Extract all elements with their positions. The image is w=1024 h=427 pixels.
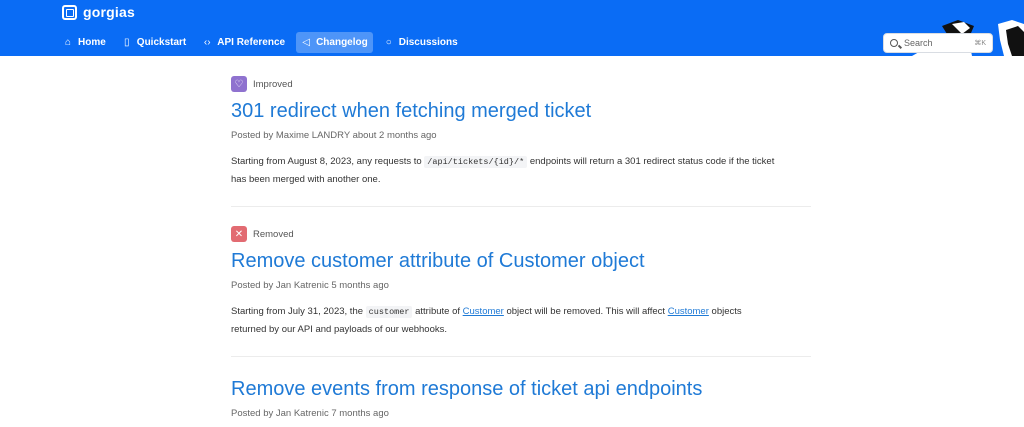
nav-item-changelog[interactable]: ◁ Changelog <box>296 32 373 53</box>
nav-item-label: Changelog <box>316 37 368 48</box>
entry-title[interactable]: 301 redirect when fetching merged ticket <box>231 100 811 123</box>
entry-meta: Posted by Jan Katrenic 7 months ago <box>231 408 389 419</box>
entry-tag: ♡ Improved <box>231 76 811 92</box>
search-box[interactable]: ⌘K <box>883 33 993 53</box>
body-text: has been merged with another one. <box>231 174 381 185</box>
book-icon: ▯ <box>124 37 130 48</box>
nav-item-label: Home <box>78 37 106 48</box>
entry-meta: Posted by Jan Katrenic 5 months ago <box>231 280 389 291</box>
nav-item-home[interactable]: ⌂ Home <box>58 32 111 53</box>
nav-item-label: API Reference <box>217 37 286 48</box>
entry-title[interactable]: Remove events from response of ticket ap… <box>231 378 811 401</box>
home-icon: ⌂ <box>64 37 72 48</box>
entry-meta: Posted by Maxime LANDRY about 2 months a… <box>231 130 437 141</box>
entry-title[interactable]: Remove customer attribute of Customer ob… <box>231 250 811 273</box>
gorgias-logo[interactable]: gorgias <box>62 4 135 20</box>
nav-item-quickstart[interactable]: ▯ Quickstart <box>117 32 191 53</box>
nav-item-discussions[interactable]: ○ Discussions <box>379 32 463 53</box>
entry-divider <box>231 356 811 357</box>
body-text: returned by our API and payloads of our … <box>231 324 447 335</box>
gorgias-logo-icon <box>62 4 77 20</box>
nav-item-api-reference[interactable]: ‹› API Reference <box>197 32 290 53</box>
search-input[interactable] <box>904 38 966 48</box>
body-text: object will be removed. This will affect <box>506 306 666 317</box>
megaphone-icon: ◁ <box>302 37 310 48</box>
search-icon <box>890 39 898 47</box>
entry-tag-label: Improved <box>253 78 293 90</box>
main-nav: ⌂ Home ▯ Quickstart ‹› API Reference ◁ C… <box>58 32 463 53</box>
nav-item-label: Quickstart <box>136 37 187 48</box>
entry-tag: ✕ Removed <box>231 226 811 242</box>
body-text: endpoints will return a 301 redirect sta… <box>529 156 775 167</box>
changelog-entry: Remove events from response of ticket ap… <box>231 378 811 419</box>
body-text: Starting from July 31, 2023, the <box>231 306 364 317</box>
body-text: Starting from August 8, 2023, any reques… <box>231 156 422 167</box>
code-snippet: customer <box>365 306 413 318</box>
entry-body: Starting from August 8, 2023, any reques… <box>231 153 811 188</box>
search-shortcut: ⌘K <box>974 40 986 47</box>
x-icon: ✕ <box>231 226 247 242</box>
top-header: gorgias ⌂ Home ▯ Quickstart ‹› API Refer… <box>0 0 1024 56</box>
heart-icon: ♡ <box>231 76 247 92</box>
customer-link[interactable]: Customer <box>463 306 504 317</box>
code-snippet: /api/tickets/{id}/* <box>424 156 528 168</box>
chat-bubble-icon: ○ <box>385 37 392 48</box>
body-text: attribute of <box>415 306 461 317</box>
changelog-entry: ✕ Removed Remove customer attribute of C… <box>231 226 811 338</box>
entry-body: Starting from July 31, 2023, the custome… <box>231 303 811 338</box>
entry-tag-label: Removed <box>253 228 294 240</box>
brand-name: gorgias <box>83 4 135 20</box>
nav-item-label: Discussions <box>398 37 458 48</box>
code-icon: ‹› <box>203 37 211 48</box>
customer-link[interactable]: Customer <box>668 306 709 317</box>
body-text: objects <box>711 306 742 317</box>
changelog-entry: ♡ Improved 301 redirect when fetching me… <box>231 76 811 188</box>
entry-divider <box>231 206 811 207</box>
